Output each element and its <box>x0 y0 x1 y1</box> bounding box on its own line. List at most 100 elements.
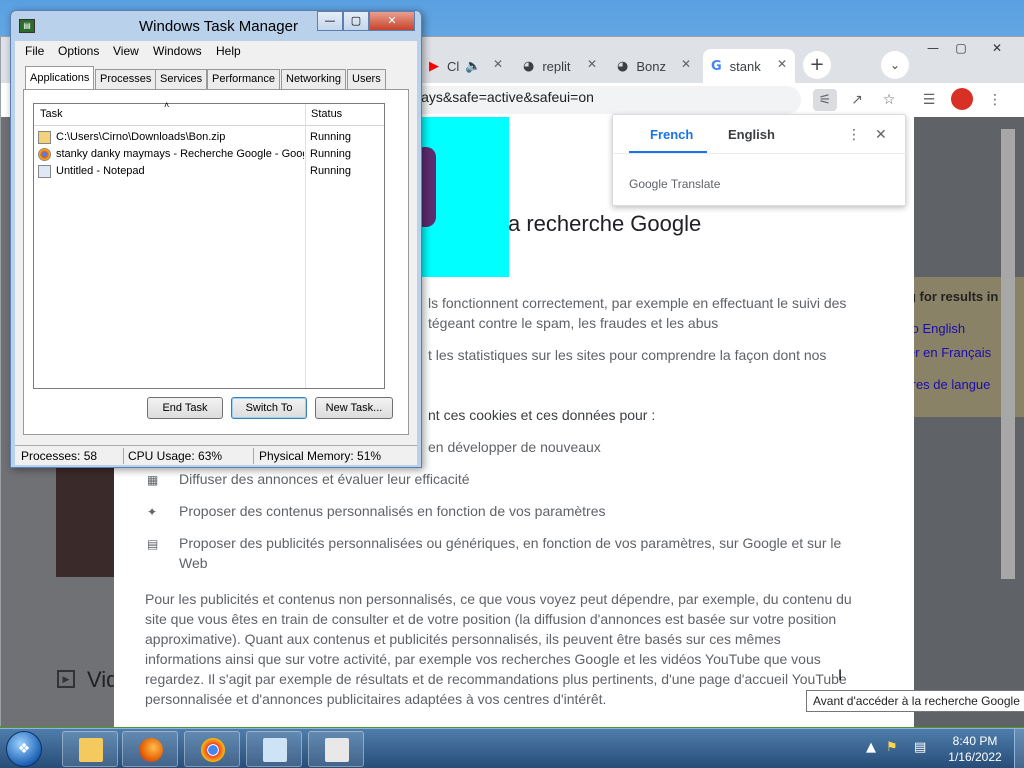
close-icon[interactable]: ✕ <box>875 127 887 143</box>
switch-to-button[interactable]: Switch To <box>231 397 307 419</box>
taskbar-explorer[interactable] <box>62 731 118 767</box>
new-tab-button[interactable]: + <box>803 51 831 79</box>
minimize-icon[interactable]: — <box>317 11 343 31</box>
clock-date: 1/16/2022 <box>948 750 1002 764</box>
tab-bonz[interactable]: ◕ Bonz ✕ <box>609 49 699 83</box>
start-button[interactable]: ❖ <box>6 731 42 767</box>
more-options-icon[interactable]: ⋮ <box>847 127 861 143</box>
maximize-icon[interactable]: ▢ <box>343 11 369 31</box>
profile-avatar[interactable] <box>951 88 973 110</box>
network-icon[interactable]: ▤ <box>914 740 926 755</box>
page-scrollbar[interactable] <box>1001 129 1015 579</box>
divider <box>613 153 907 154</box>
list-header: Task Status ˄ <box>34 100 384 126</box>
language-heading: g for results in <box>908 289 999 304</box>
column-status[interactable]: Status <box>311 108 342 120</box>
table-row[interactable]: stanky danky maymays - Recherche Google … <box>38 147 382 163</box>
taskbar-chrome[interactable] <box>184 731 240 767</box>
tab-applications[interactable]: Applications <box>25 66 95 90</box>
media-icon[interactable]: ☰ <box>917 89 941 111</box>
show-hidden-icons-icon[interactable]: ▲ <box>866 740 876 755</box>
search-french-link[interactable]: er en Français <box>908 345 991 360</box>
consent-bullet: Diffuser des annonces et évaluer leur ef… <box>179 471 470 487</box>
tab-processes[interactable]: Processes <box>95 69 157 89</box>
clock[interactable]: 8:40 PM 1/16/2022 <box>938 733 1012 765</box>
tab-label: stank <box>729 58 761 74</box>
task-status: Running <box>310 165 351 177</box>
menu-bar: File Options View Windows Help <box>15 41 417 61</box>
action-center-flag-icon[interactable]: ⚑ <box>886 740 898 755</box>
close-icon[interactable]: ✕ <box>369 11 415 31</box>
consent-bullet: Proposer des contenus personnalisés en f… <box>179 503 606 519</box>
clock-time: 8:40 PM <box>952 734 998 748</box>
tab-close-icon[interactable]: ✕ <box>493 57 503 71</box>
chrome-icon <box>38 148 51 161</box>
menu-help[interactable]: Help <box>216 44 241 58</box>
chrome-icon <box>201 738 225 762</box>
menu-icon[interactable]: ⋮ <box>983 89 1007 111</box>
maximize-icon[interactable]: ▢ <box>947 39 975 57</box>
taskbar-notepad[interactable] <box>246 731 302 767</box>
paragraph-line: site que vous êtes en train de consulter… <box>145 611 837 627</box>
menu-view[interactable]: View <box>113 44 139 58</box>
close-icon[interactable]: ✕ <box>983 39 1011 57</box>
translate-tab-english[interactable]: English <box>728 127 775 142</box>
task-name: stanky danky maymays - Recherche Google … <box>56 148 304 160</box>
tab-close-icon[interactable]: ✕ <box>587 57 597 71</box>
status-divider <box>253 448 254 464</box>
tab-label: replit <box>542 58 571 74</box>
tab-users[interactable]: Users <box>347 69 386 89</box>
consent-title: a recherche Google <box>508 211 702 236</box>
share-icon[interactable]: ↗ <box>845 89 869 111</box>
column-task[interactable]: Task <box>40 108 63 120</box>
paragraph-line: Pour les publicités et contenus non pers… <box>145 591 852 607</box>
firefox-icon <box>139 738 163 762</box>
cpu-usage: CPU Usage: 63% <box>128 449 223 463</box>
translate-popup: French English ⋮ ✕ Google Translate <box>612 114 907 206</box>
status-bar: Processes: 58 CPU Usage: 63% Physical Me… <box>15 445 417 465</box>
tab-close-icon[interactable]: ✕ <box>681 57 691 71</box>
task-status: Running <box>310 148 351 160</box>
consent-line: en développer de nouveaux <box>428 439 601 455</box>
folder-icon <box>79 738 103 762</box>
tab-performance[interactable]: Performance <box>207 69 280 89</box>
consent-line: nt ces cookies et ces données pour : <box>428 407 656 423</box>
tooltip: Avant d'accéder à la recherche Google <box>806 690 1024 712</box>
search-english-link[interactable]: to English <box>908 321 965 336</box>
menu-file[interactable]: File <box>25 44 44 58</box>
tab-close-icon[interactable]: ✕ <box>777 57 787 71</box>
tab-youtube[interactable]: ▶ Cl 🔈 ✕ <box>421 49 511 83</box>
consent-line: t les statistiques sur les sites pour co… <box>428 347 827 363</box>
language-settings-link[interactable]: tres de langue <box>908 377 990 392</box>
minimize-icon[interactable]: — <box>919 39 947 57</box>
table-row[interactable]: C:\Users\Cirno\Downloads\Bon.zip Running <box>38 130 382 146</box>
bookmark-star-icon[interactable]: ☆ <box>877 89 901 111</box>
consent-bullet: Proposer des publicités personnalisées o… <box>179 535 842 551</box>
new-task-button[interactable]: New Task... <box>315 397 393 419</box>
consent-paragraph: Pour les publicités et contenus non pers… <box>145 589 885 709</box>
show-desktop-button[interactable] <box>1014 729 1024 768</box>
tab-replit[interactable]: ◕ replit ✕ <box>515 49 605 83</box>
chart-icon: ▦ <box>147 473 159 487</box>
translate-icon[interactable]: ⚟ <box>813 89 837 111</box>
taskbar-task-manager[interactable] <box>308 731 364 767</box>
menu-options[interactable]: Options <box>58 44 99 58</box>
end-task-button[interactable]: End Task <box>147 397 223 419</box>
translate-tab-french[interactable]: French <box>650 127 693 142</box>
video-icon: ▶ <box>57 670 75 688</box>
task-name: C:\Users\Cirno\Downloads\Bon.zip <box>56 131 226 143</box>
tab-services[interactable]: Services <box>155 69 208 89</box>
sparkle-icon: ✦ <box>147 505 158 519</box>
google-icon: G <box>711 58 722 74</box>
consent-line: ls fonctionnent correctement, par exempl… <box>428 295 847 311</box>
taskbar-firefox[interactable] <box>122 731 178 767</box>
menu-windows[interactable]: Windows <box>153 44 202 58</box>
paragraph-line: approximative). Quant aux contenus et pu… <box>145 631 781 647</box>
tab-networking[interactable]: Networking <box>281 69 347 89</box>
table-row[interactable]: Untitled - Notepad Running <box>38 164 382 180</box>
task-list[interactable]: Task Status ˄ C:\Users\Cirno\Downloads\B… <box>33 100 385 389</box>
youtube-icon: ▶ <box>429 58 439 74</box>
tab-stank-active[interactable]: G stank ✕ <box>703 49 795 83</box>
tab-search-button[interactable]: ⌄ <box>881 51 909 79</box>
tab-label: Cl <box>447 58 460 74</box>
